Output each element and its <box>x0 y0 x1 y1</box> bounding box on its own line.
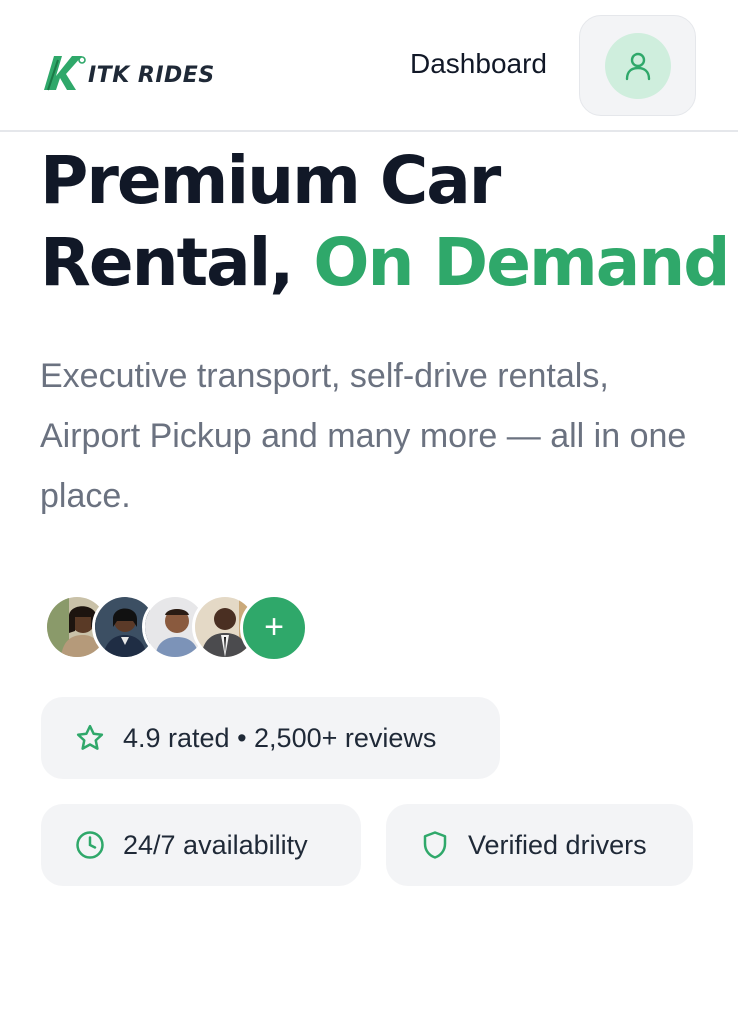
verified-badge: Verified drivers <box>386 804 693 886</box>
hero-title-line2: Rental, <box>40 224 294 301</box>
profile-avatar <box>604 32 671 99</box>
availability-text: 24/7 availability <box>123 829 308 860</box>
verified-text: Verified drivers <box>468 829 647 860</box>
user-icon <box>625 52 650 80</box>
hero-title-accent: On Demand <box>313 224 730 301</box>
hero-title: Premium Car Rental, On Demand <box>40 140 731 304</box>
brand-name: ITK RIDES <box>88 62 215 88</box>
clock-icon <box>76 831 104 859</box>
profile-button[interactable] <box>579 15 696 116</box>
shield-icon <box>423 831 447 859</box>
hero-subtitle: Executive transport, self-drive rentals,… <box>40 357 687 515</box>
brand-logo[interactable]: ITK RIDES <box>42 54 215 92</box>
customer-avatars: + <box>44 594 314 662</box>
availability-badge: 24/7 availability <box>41 804 361 886</box>
rating-text: 4.9 rated • 2,500+ reviews <box>123 722 437 753</box>
rating-badge: 4.9 rated • 2,500+ reviews <box>41 697 500 779</box>
hero-title-line1: Premium Car <box>40 142 501 219</box>
top-navbar: ITK RIDES Dashboard <box>0 0 738 132</box>
logo-mark-icon <box>44 56 86 91</box>
star-icon <box>76 724 104 750</box>
dashboard-link[interactable]: Dashboard <box>410 46 547 82</box>
more-customers-button[interactable]: + <box>240 594 308 662</box>
